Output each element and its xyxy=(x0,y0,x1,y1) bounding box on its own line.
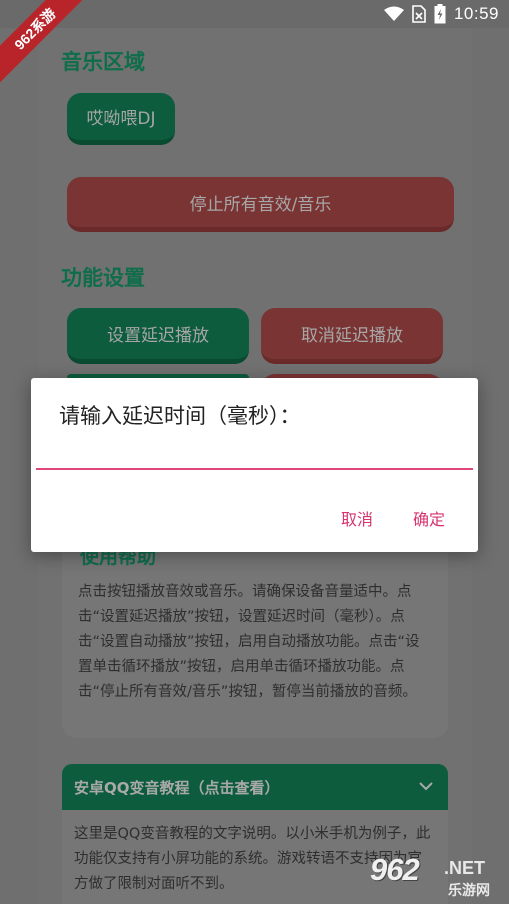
logo-sub-text: 乐游网 xyxy=(448,883,490,899)
delay-input-dialog: 请输入延迟时间（毫秒）： 取消 确定 xyxy=(31,378,478,552)
wifi-icon xyxy=(383,6,404,22)
dj-sound-button[interactable]: 哎呦喂DJ xyxy=(67,93,175,145)
qq-tutorial-title: 安卓QQ变音教程（点击查看） xyxy=(74,778,280,797)
function-section-title: 功能设置 xyxy=(61,266,145,290)
delay-input-field[interactable] xyxy=(36,438,473,470)
help-card: 使用帮助 点击按钮播放音效或音乐。请确保设备音量适中。点击“设置延迟播放”按钮，… xyxy=(62,530,448,738)
dialog-cancel-button[interactable]: 取消 xyxy=(341,506,373,530)
help-text: 点击按钮播放音效或音乐。请确保设备音量适中。点击“设置延迟播放”按钮，设置延迟时… xyxy=(78,584,420,700)
chevron-down-icon[interactable] xyxy=(416,776,436,800)
status-time: 10:59 xyxy=(453,4,499,23)
logo-main-text: 962 xyxy=(370,852,420,887)
site-logo: 962 .NET 乐游网 xyxy=(368,852,504,902)
dialog-confirm-button[interactable]: 确定 xyxy=(413,506,445,530)
stop-all-button[interactable]: 停止所有音效/音乐 xyxy=(67,177,454,232)
no-sim-icon xyxy=(412,5,426,23)
logo-net-text: .NET xyxy=(444,858,486,878)
status-icons: 10:59 xyxy=(383,4,499,24)
set-delay-button[interactable]: 设置延迟播放 xyxy=(67,308,249,364)
music-section-title: 音乐区域 xyxy=(61,50,145,74)
qq-tutorial-header[interactable]: 安卓QQ变音教程（点击查看） xyxy=(62,764,448,810)
cancel-delay-button[interactable]: 取消延迟播放 xyxy=(261,308,443,364)
dialog-title: 请输入延迟时间（毫秒）： xyxy=(59,404,301,428)
battery-icon xyxy=(434,4,446,24)
